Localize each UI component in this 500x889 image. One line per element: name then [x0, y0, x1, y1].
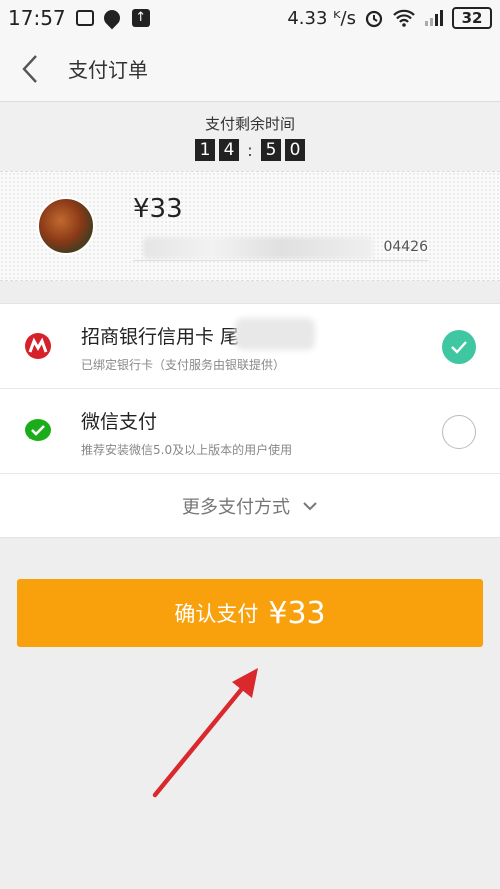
payment-method-list: 招商银行信用卡 尾 已绑定银行卡（支付服务由银联提供） 微信支付 推荐安装微信5…: [0, 303, 500, 538]
merchant-tail: 04426: [383, 239, 428, 255]
page-title: 支付订单: [68, 58, 148, 82]
redacted-text: [235, 318, 315, 350]
payment-countdown: 支付剩余时间 1 4 : 5 0: [0, 103, 500, 171]
confirm-payment-button[interactable]: 确认支付 ¥33: [17, 579, 483, 647]
back-button[interactable]: [0, 36, 60, 102]
payment-option-title: 微信支付: [81, 411, 158, 433]
redacted-text: [143, 237, 373, 259]
nav-bar: 支付订单: [0, 36, 500, 102]
more-payment-methods[interactable]: 更多支付方式: [0, 474, 500, 538]
payment-option-cmb[interactable]: 招商银行信用卡 尾 已绑定银行卡（支付服务由银联提供）: [0, 304, 500, 389]
battery-icon: 32: [452, 7, 492, 29]
wechat-pay-icon: [25, 419, 51, 441]
upload-icon: ↑: [131, 9, 150, 27]
order-summary: ¥33 04426: [0, 171, 500, 281]
cmb-bank-icon: [25, 333, 51, 359]
signal-icon: [425, 10, 443, 26]
merchant-info: 04426: [133, 235, 428, 261]
image-icon: [75, 10, 94, 26]
more-payment-label: 更多支付方式: [182, 496, 290, 518]
countdown-digits: 1 4 : 5 0: [0, 139, 500, 161]
countdown-digit: 4: [219, 139, 239, 161]
network-speed: 4.33 ᴷ/s: [287, 7, 356, 29]
status-bar: 17:57 ↑ 4.33 ᴷ/s 32: [0, 0, 500, 36]
food-thumbnail: [37, 197, 95, 255]
chevron-left-icon: [22, 54, 37, 83]
status-time: 17:57: [8, 6, 66, 30]
annotation-arrow-icon: [152, 668, 258, 798]
confirm-price: ¥33: [268, 595, 326, 631]
countdown-digit: 1: [195, 139, 215, 161]
countdown-separator: :: [247, 140, 253, 160]
payment-option-wechat[interactable]: 微信支付 推荐安装微信5.0及以上版本的用户使用: [0, 389, 500, 474]
countdown-digit: 0: [285, 139, 305, 161]
order-price: ¥33: [133, 194, 183, 224]
location-pin-icon: [100, 6, 123, 30]
radio-unselected[interactable]: [442, 415, 476, 449]
payment-option-title: 招商银行信用卡 尾: [81, 326, 240, 348]
countdown-digit: 5: [261, 139, 281, 161]
countdown-label: 支付剩余时间: [204, 115, 295, 133]
alarm-icon: [365, 10, 383, 28]
radio-selected[interactable]: [442, 330, 476, 364]
check-icon: [451, 341, 467, 354]
status-right: 4.33 ᴷ/s 32: [287, 7, 492, 29]
chevron-down-icon: [303, 501, 317, 510]
payment-option-subtitle: 推荐安装微信5.0及以上版本的用户使用: [81, 443, 293, 457]
payment-option-subtitle: 已绑定银行卡（支付服务由银联提供）: [81, 358, 286, 372]
wifi-icon: [393, 9, 415, 27]
confirm-label: 确认支付: [174, 602, 259, 626]
